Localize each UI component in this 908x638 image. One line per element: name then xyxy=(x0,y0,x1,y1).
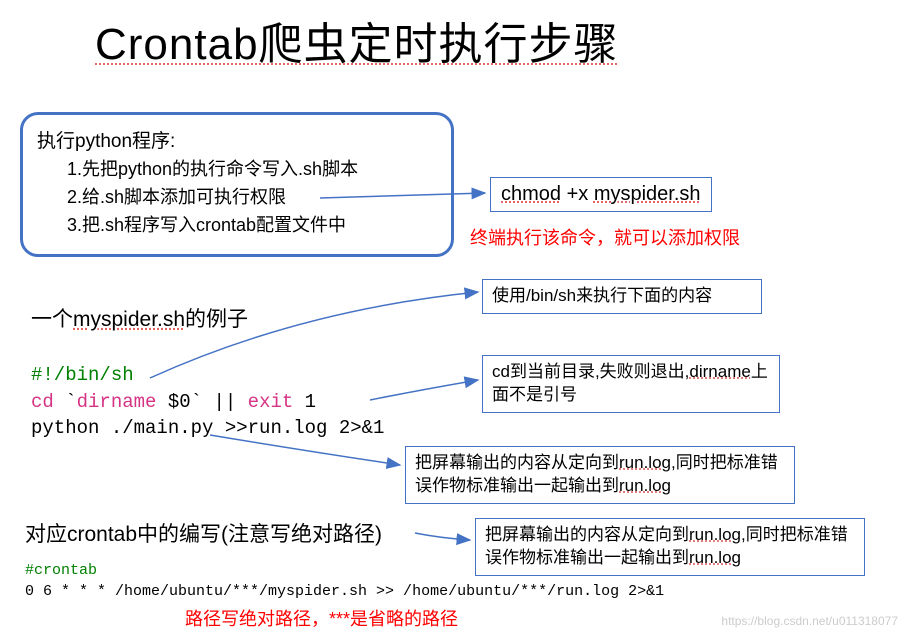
arrow-step2-to-chmod xyxy=(0,0,908,638)
